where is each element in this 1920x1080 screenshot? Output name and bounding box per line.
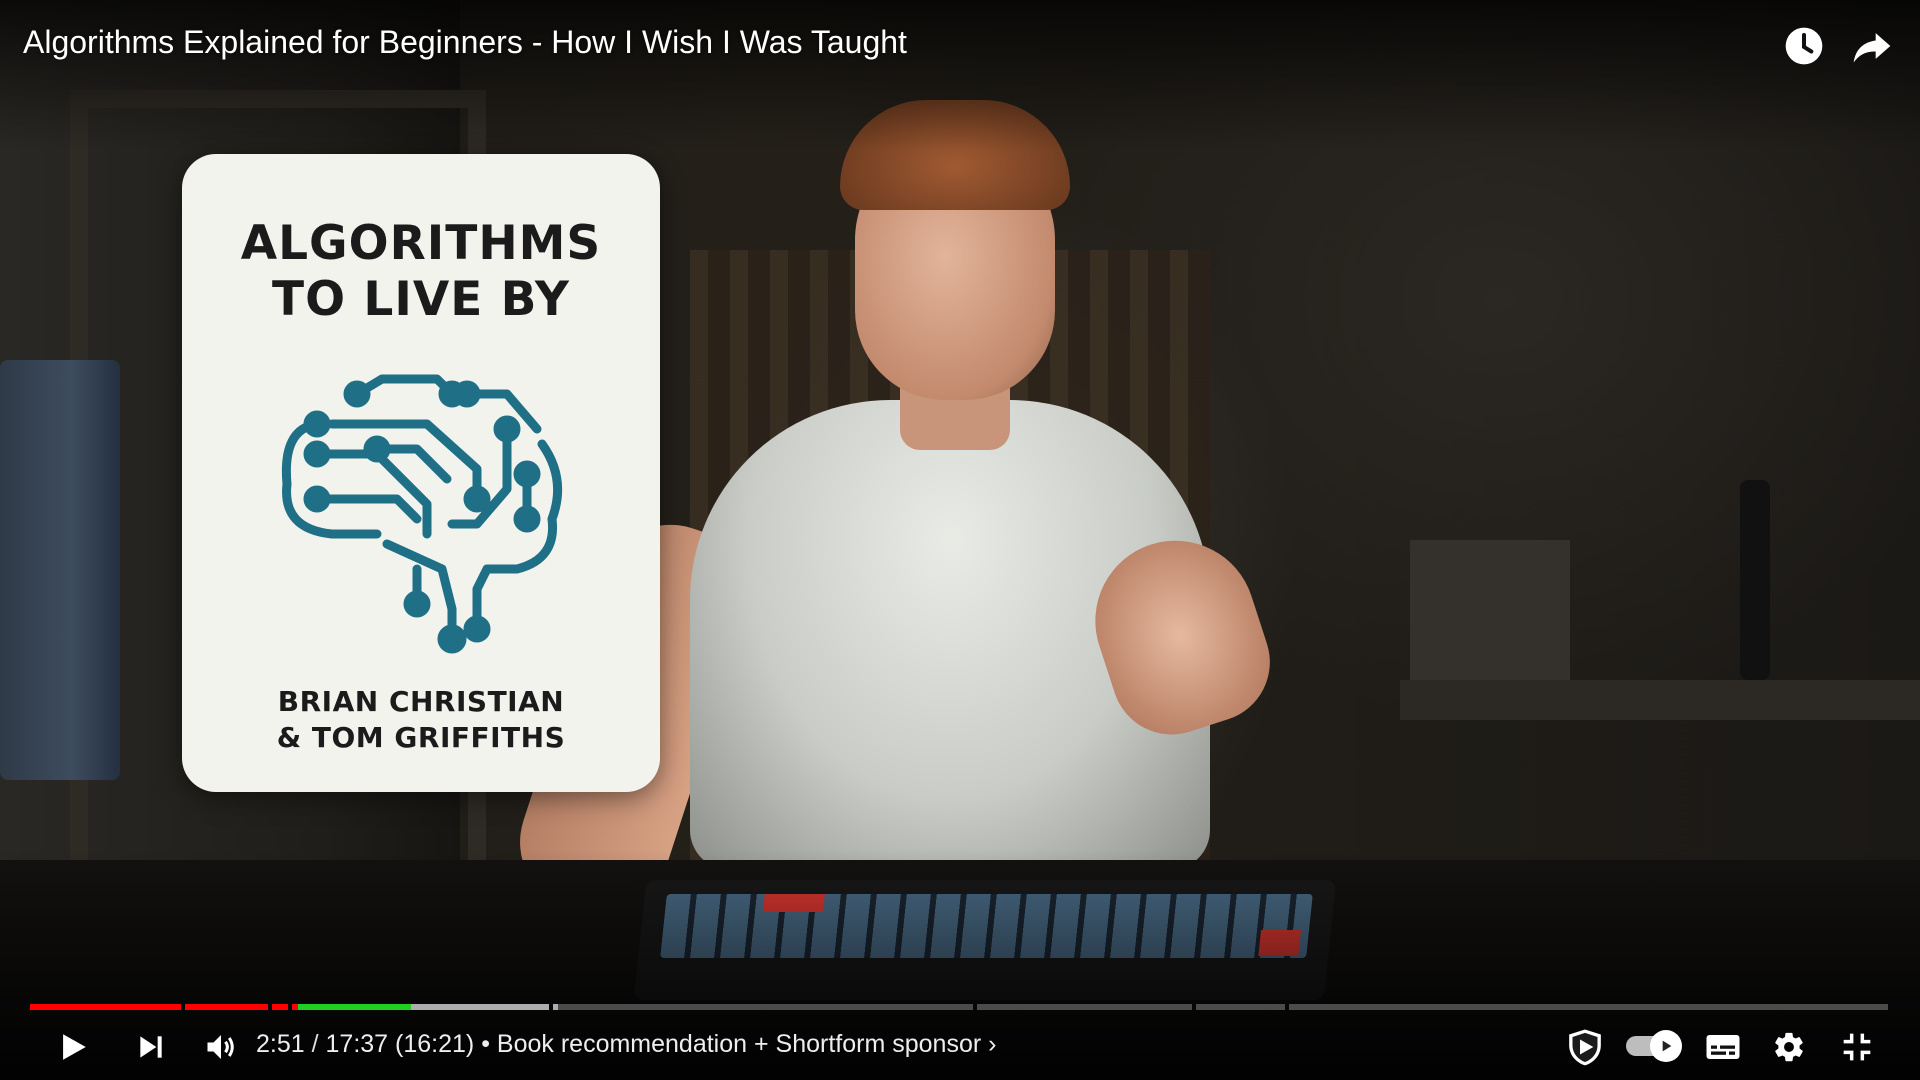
autoplay-toggle-icon — [1662, 1040, 1672, 1052]
book-title: ALGORITHMS TO LIVE BY — [182, 216, 660, 328]
chapter-segment[interactable] — [976, 1004, 1193, 1010]
gear-icon — [1775, 1032, 1803, 1062]
share-icon — [1853, 33, 1891, 63]
book-cover-overlay: ALGORITHMS TO LIVE BY BRIAN CHRISTIAN & … — [182, 154, 660, 792]
next-icon — [140, 1036, 162, 1058]
played-fill — [30, 1004, 181, 1010]
played-fill — [271, 1004, 289, 1010]
clock-icon — [1785, 27, 1823, 65]
duration: 17:37 — [325, 1030, 389, 1058]
book-title-line: ALGORITHMS — [240, 216, 602, 271]
top-overlay-gradient — [0, 0, 1920, 150]
circuit-brain-icon — [281, 374, 563, 654]
background-lamp — [1740, 480, 1770, 680]
book-authors: BRIAN CHRISTIAN & TOM GRIFFITHS — [182, 684, 660, 756]
video-title[interactable]: Algorithms Explained for Beginners - How… — [23, 24, 907, 61]
subtitles-button[interactable] — [1698, 1022, 1748, 1072]
chapter-segment[interactable] — [1196, 1004, 1286, 1010]
played-fill — [184, 1004, 268, 1010]
volume-button[interactable] — [196, 1022, 246, 1072]
time-display: 2:51 / 17:37 (16:21) • Book recommendati… — [256, 1030, 996, 1059]
book-title-line: TO LIVE BY — [272, 272, 570, 327]
chapter-segment[interactable] — [30, 1004, 181, 1010]
chapter-segment[interactable] — [552, 1004, 973, 1010]
chapter-title-button[interactable]: Book recommendation + Shortform sponsor — [497, 1030, 981, 1058]
chapter-segment[interactable] — [271, 1004, 289, 1010]
progress-bar[interactable] — [30, 1004, 1890, 1010]
chapter-bullet: • — [474, 1030, 497, 1058]
current-time: 2:51 — [256, 1030, 305, 1058]
time-separator: / — [304, 1030, 326, 1058]
book-author-line: & TOM GRIFFITHS — [276, 721, 566, 754]
chevron-right-icon: › — [988, 1030, 997, 1058]
sponsor-segment — [298, 1004, 412, 1010]
background-box — [1410, 540, 1570, 680]
watch-later-button[interactable] — [1778, 20, 1830, 72]
settings-button[interactable] — [1764, 1022, 1814, 1072]
play-icon — [63, 1034, 86, 1060]
play-button[interactable] — [50, 1022, 96, 1072]
adjusted-duration: (16:21) — [388, 1030, 475, 1058]
chapter-segment[interactable] — [292, 1004, 549, 1010]
sponsorblock-shield-icon — [1569, 1029, 1601, 1066]
background-shelf — [1400, 680, 1920, 720]
volume-icon — [207, 1035, 234, 1059]
chapter-segment[interactable] — [184, 1004, 268, 1010]
buffered-fill — [552, 1004, 559, 1010]
next-button[interactable] — [128, 1022, 174, 1072]
exit-fullscreen-button[interactable] — [1832, 1022, 1882, 1072]
exit-fullscreen-icon — [1843, 1033, 1871, 1061]
book-author-line: BRIAN CHRISTIAN — [277, 685, 565, 718]
hanging-shirts — [0, 360, 120, 780]
autoplay-toggle-knob — [1650, 1030, 1682, 1062]
sponsorblock-button[interactable] — [1560, 1022, 1610, 1072]
chapter-segment[interactable] — [1289, 1004, 1888, 1010]
share-button[interactable] — [1846, 20, 1898, 72]
subtitles-icon — [1706, 1035, 1740, 1059]
